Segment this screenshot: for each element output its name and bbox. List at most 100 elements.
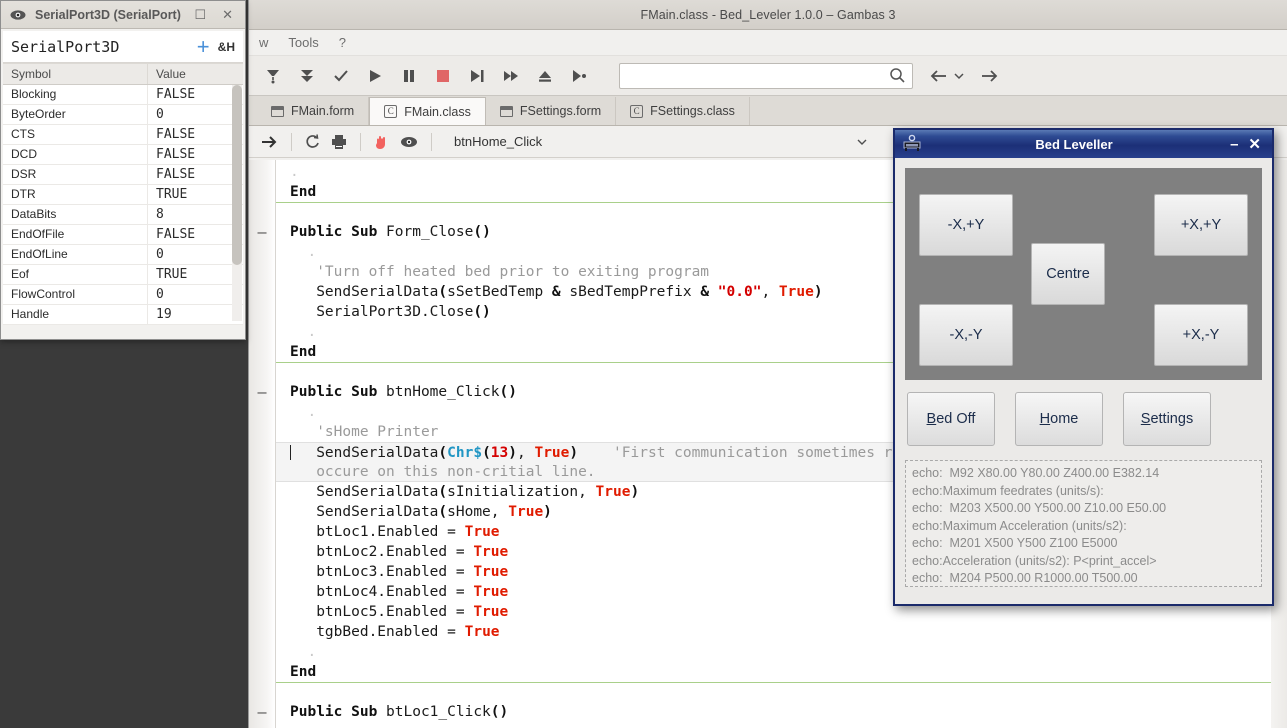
chevron-down-icon[interactable] xyxy=(953,70,965,82)
code-token: SendSerialData xyxy=(290,445,438,461)
arrow-left-icon[interactable] xyxy=(929,68,949,84)
serialport-inspector-window: SerialPort3D (SerialPort) ☐ ✕ SerialPort… xyxy=(0,0,246,340)
btn-pos-x-neg-y[interactable]: +X,-Y xyxy=(1154,304,1248,366)
cell-value: FALSE xyxy=(148,145,203,164)
code-token: . xyxy=(290,324,316,340)
table-row[interactable]: DTRTRUE xyxy=(3,185,243,205)
table-row[interactable]: EndOfLine0 xyxy=(3,245,243,265)
table-row[interactable]: DCDFALSE xyxy=(3,145,243,165)
code-token: sSetBedTemp xyxy=(447,284,552,300)
table-row[interactable]: Handle19 xyxy=(3,305,243,325)
tab-fmain-form[interactable]: FMain.form xyxy=(257,97,369,125)
goto-arrow-icon[interactable] xyxy=(259,134,279,150)
btn-centre[interactable]: Centre xyxy=(1031,243,1105,305)
fold-toggle-icon[interactable]: – xyxy=(249,222,275,242)
code-token: sInitialization, xyxy=(447,484,595,500)
pause-icon[interactable] xyxy=(393,61,425,91)
tab-label: FSettings.form xyxy=(520,104,601,118)
reload-icon[interactable] xyxy=(304,133,322,151)
toolbar-separator xyxy=(431,133,432,151)
search-icon[interactable] xyxy=(889,67,906,84)
cell-value: FALSE xyxy=(148,85,203,104)
close-icon[interactable]: ✕ xyxy=(1243,137,1266,152)
table-row[interactable]: ByteOrder0 xyxy=(3,105,243,125)
menu-help[interactable]: ? xyxy=(329,32,356,53)
bed-off-button[interactable]: Bed Off xyxy=(907,392,995,446)
table-row[interactable]: BlockingFALSE xyxy=(3,85,243,105)
tab-fsettings-class[interactable]: C FSettings.class xyxy=(616,97,750,125)
stop-icon[interactable] xyxy=(427,61,459,91)
serialport-scrollbar[interactable] xyxy=(232,85,242,321)
btn-pos-x-pos-y[interactable]: +X,+Y xyxy=(1154,194,1248,256)
arrow-right-icon[interactable] xyxy=(979,68,999,84)
fold-toggle-icon[interactable]: – xyxy=(249,382,275,402)
code-line[interactable] xyxy=(276,682,1271,702)
fold-toggle-icon[interactable]: – xyxy=(249,702,275,722)
plus-icon[interactable]: + xyxy=(189,36,218,58)
code-line[interactable]: . xyxy=(276,642,1271,662)
table-row[interactable]: FlowControl0 xyxy=(3,285,243,305)
breakpoint-hand-icon[interactable] xyxy=(373,133,391,151)
code-token: True xyxy=(596,484,631,500)
menu-bar: w Tools ? xyxy=(249,30,1287,56)
code-token: True xyxy=(473,564,508,580)
table-row[interactable]: EndOfFileFALSE xyxy=(3,225,243,245)
code-token: Public Sub xyxy=(290,384,386,400)
code-token: SendSerialData xyxy=(290,484,438,500)
menu-tools[interactable]: Tools xyxy=(278,32,328,53)
console-line: echo:Maximum feedrates (units/s): xyxy=(912,483,1255,501)
filter-icon[interactable] xyxy=(257,61,289,91)
tab-fmain-class[interactable]: C FMain.class xyxy=(369,97,486,125)
run-icon[interactable] xyxy=(359,61,391,91)
scrollbar-thumb[interactable] xyxy=(232,85,242,265)
restore-icon[interactable]: ☐ xyxy=(190,7,210,23)
search-input[interactable] xyxy=(626,68,889,83)
code-token: 'sHome Printer xyxy=(290,424,438,440)
step-into-icon[interactable] xyxy=(495,61,527,91)
debug-toolbar xyxy=(249,56,1287,96)
form-icon xyxy=(271,106,284,117)
step-out-icon[interactable] xyxy=(529,61,561,91)
chevron-down-icon[interactable] xyxy=(856,136,868,148)
menu-window[interactable]: w xyxy=(249,32,278,53)
btn-neg-x-neg-y[interactable]: -X,-Y xyxy=(919,304,1013,366)
table-header-row: Symbol Value xyxy=(3,63,243,85)
code-token: , xyxy=(517,445,534,461)
btn-neg-x-pos-y[interactable]: -X,+Y xyxy=(919,194,1013,256)
table-row[interactable]: CTSFALSE xyxy=(3,125,243,145)
printer-console-output[interactable]: echo: M92 X80.00 Y80.00 Z400.00 E382.14e… xyxy=(905,460,1262,587)
code-token: True xyxy=(473,604,508,620)
code-line[interactable]: End xyxy=(276,662,1271,682)
table-row[interactable]: DataBits8 xyxy=(3,205,243,225)
bed-leveller-dialog: Bed Leveller – ✕ -X,+Y +X,+Y Centre -X,-… xyxy=(893,128,1274,606)
search-box[interactable] xyxy=(619,63,913,89)
run-to-cursor-icon[interactable] xyxy=(563,61,595,91)
cell-symbol: EndOfFile xyxy=(3,225,148,244)
fold-gutter[interactable]: – – – xyxy=(249,160,275,728)
column-header-value[interactable]: Value xyxy=(148,64,194,84)
code-line[interactable]: Public Sub btLoc1_Click() xyxy=(276,702,1271,722)
hex-toggle-label[interactable]: &H xyxy=(218,40,235,54)
close-icon[interactable]: ✕ xyxy=(218,7,237,23)
step-over-icon[interactable] xyxy=(461,61,493,91)
tab-fsettings-form[interactable]: FSettings.form xyxy=(486,97,616,125)
column-header-symbol[interactable]: Symbol xyxy=(3,64,148,84)
collapse-all-icon[interactable] xyxy=(291,61,323,91)
minimize-icon[interactable]: – xyxy=(1225,137,1243,152)
serialport-window-title: SerialPort3D (SerialPort) xyxy=(35,8,182,22)
procedure-combo[interactable]: btnHome_Click xyxy=(454,130,874,154)
table-row[interactable]: DSRFALSE xyxy=(3,165,243,185)
code-token: btLoc1_Click xyxy=(386,704,491,720)
check-icon[interactable] xyxy=(325,61,357,91)
bed-leveller-actions: Bed Off Home Settings xyxy=(905,392,1262,446)
home-button[interactable]: Home xyxy=(1015,392,1103,446)
code-token: True xyxy=(465,624,500,640)
code-line[interactable]: tgbBed.Enabled = True xyxy=(276,622,1271,642)
watch-eye-icon[interactable] xyxy=(399,134,419,150)
settings-button[interactable]: Settings xyxy=(1123,392,1211,446)
printer-bed-icon xyxy=(901,134,923,154)
table-row[interactable]: EofTRUE xyxy=(3,265,243,285)
code-token: True xyxy=(473,584,508,600)
print-icon[interactable] xyxy=(330,133,348,151)
code-token: ( xyxy=(438,445,447,461)
